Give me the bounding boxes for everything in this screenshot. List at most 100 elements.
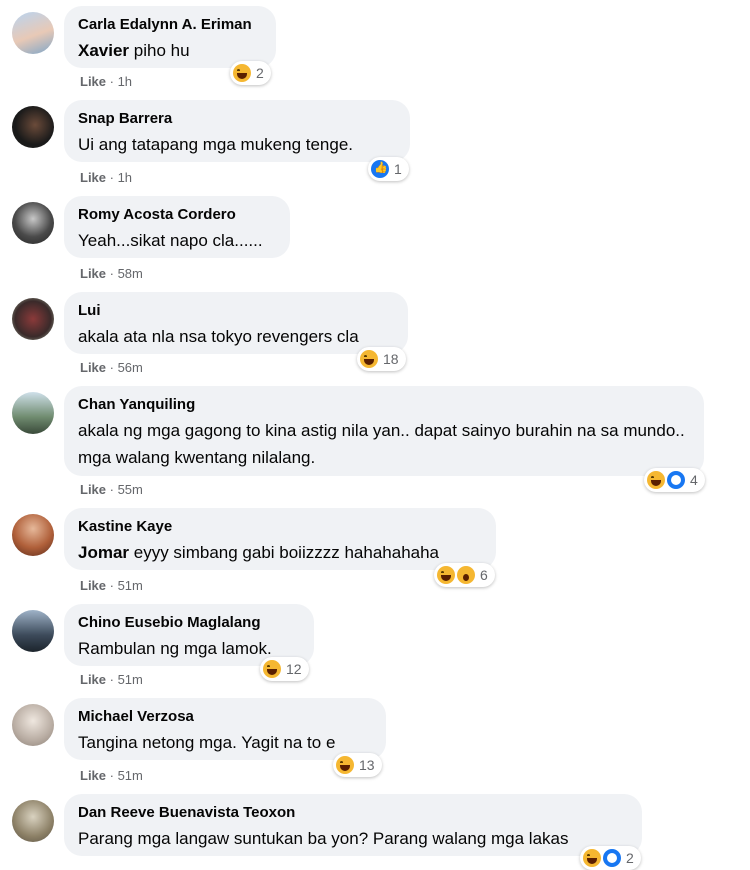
comment-bubble: Carla Edalynn A. Eriman Xavier piho hu <box>64 6 276 68</box>
like-button[interactable]: Like <box>80 768 106 783</box>
comment-body: Parang mga langaw suntukan ba yon? Paran… <box>78 829 569 848</box>
comment-body: eyyy simbang gabi boiizzzz hahahahaha <box>129 543 440 562</box>
like-button[interactable]: Like <box>80 578 106 593</box>
comment-timestamp[interactable]: 51m <box>118 578 143 593</box>
sad-reaction-icon <box>667 471 685 489</box>
comment-author[interactable]: Romy Acosta Cordero <box>78 206 276 224</box>
comment-text: akala ng mga gagong to kina astig nila y… <box>78 417 690 471</box>
separator: · <box>106 360 118 375</box>
comment-body: piho hu <box>129 41 190 60</box>
avatar[interactable] <box>12 106 54 148</box>
comment-meta: Like · 58m <box>80 266 143 281</box>
comment-bubble: Romy Acosta Cordero Yeah...sikat napo cla… <box>64 196 290 258</box>
haha-reaction-icon <box>583 849 601 867</box>
comment-timestamp[interactable]: 1h <box>118 74 132 89</box>
avatar[interactable] <box>12 298 54 340</box>
comment-body: Yeah...sikat napo cla...... <box>78 231 263 250</box>
like-button[interactable]: Like <box>80 482 106 497</box>
haha-reaction-icon <box>336 756 354 774</box>
comment-author[interactable]: Dan Reeve Buenavista Teoxon <box>78 804 628 822</box>
reaction-summary[interactable]: 12 <box>260 657 309 681</box>
reaction-count: 6 <box>480 567 488 583</box>
separator: · <box>106 74 118 89</box>
reaction-summary[interactable]: 18 <box>357 347 406 371</box>
comment-bubble: Lui akala ata nla nsa tokyo revengers cla <box>64 292 408 354</box>
comment-meta: Like · 1h <box>80 170 132 185</box>
separator: · <box>106 768 118 783</box>
wow-reaction-icon <box>457 566 475 584</box>
comment-body: Tangina netong mga. Yagit na to e <box>78 733 336 752</box>
comment-author[interactable]: Snap Barrera <box>78 110 396 128</box>
comment-meta: Like · 1h <box>80 74 132 89</box>
sad-reaction-icon <box>603 849 621 867</box>
reaction-count: 2 <box>256 65 264 81</box>
like-button[interactable]: Like <box>80 266 106 281</box>
reaction-summary[interactable]: 13 <box>333 753 382 777</box>
reaction-summary[interactable]: 2 <box>580 846 641 870</box>
haha-reaction-icon <box>647 471 665 489</box>
like-button[interactable]: Like <box>80 170 106 185</box>
reaction-count: 4 <box>690 472 698 488</box>
comment-meta: Like · 56m <box>80 360 143 375</box>
comment-text: Parang mga langaw suntukan ba yon? Paran… <box>78 825 628 852</box>
avatar[interactable] <box>12 610 54 652</box>
mention-link[interactable]: Xavier <box>78 41 129 60</box>
comment-meta: Like · 51m <box>80 672 143 687</box>
like-button[interactable]: Like <box>80 74 106 89</box>
comment-text: Tangina netong mga. Yagit na to e <box>78 729 372 756</box>
comment-author[interactable]: Carla Edalynn A. Eriman <box>78 16 262 34</box>
comment-timestamp[interactable]: 51m <box>118 768 143 783</box>
comment-timestamp[interactable]: 56m <box>118 360 143 375</box>
comment-bubble: Michael Verzosa Tangina netong mga. Yagit… <box>64 698 386 760</box>
separator: · <box>106 578 118 593</box>
haha-reaction-icon <box>437 566 455 584</box>
separator: · <box>106 672 118 687</box>
reaction-summary[interactable]: 2 <box>230 61 271 85</box>
avatar[interactable] <box>12 800 54 842</box>
comment-text: Jomar eyyy simbang gabi boiizzzz hahahah… <box>78 539 482 566</box>
separator: · <box>106 482 118 497</box>
comment-author[interactable]: Kastine Kaye <box>78 518 482 536</box>
avatar[interactable] <box>12 202 54 244</box>
separator: · <box>106 170 118 185</box>
comment-text: akala ata nla nsa tokyo revengers cla <box>78 323 394 350</box>
comment-bubble: Chan Yanquiling akala ng mga gagong to ki… <box>64 386 704 476</box>
comment-author[interactable]: Chan Yanquiling <box>78 396 690 414</box>
comment-timestamp[interactable]: 55m <box>118 482 143 497</box>
comment-body: akala ng mga gagong to kina astig nila y… <box>78 421 685 467</box>
comment-text: Xavier piho hu <box>78 37 262 64</box>
comment-author[interactable]: Chino Eusebio Maglalang <box>78 614 300 632</box>
like-button[interactable]: Like <box>80 360 106 375</box>
comment-meta: Like · 51m <box>80 768 143 783</box>
comment-text: Ui ang tatapang mga mukeng tenge. <box>78 131 396 158</box>
avatar[interactable] <box>12 514 54 556</box>
reaction-count: 18 <box>383 351 399 367</box>
reaction-summary[interactable]: 1 <box>368 157 409 181</box>
like-button[interactable]: Like <box>80 672 106 687</box>
comment-meta: Like · 51m <box>80 578 143 593</box>
separator: · <box>106 266 118 281</box>
reaction-summary[interactable]: 6 <box>434 563 495 587</box>
reaction-count: 1 <box>394 161 402 177</box>
comment-body: Rambulan ng mga lamok. <box>78 639 272 658</box>
comment-author[interactable]: Lui <box>78 302 394 320</box>
reaction-count: 13 <box>359 757 375 773</box>
comment-body: Ui ang tatapang mga mukeng tenge. <box>78 135 354 154</box>
comment-bubble: Snap Barrera Ui ang tatapang mga mukeng t… <box>64 100 410 162</box>
reaction-summary[interactable]: 4 <box>644 468 705 492</box>
mention-link[interactable]: Jomar <box>78 543 129 562</box>
comment-author[interactable]: Michael Verzosa <box>78 708 372 726</box>
comment-timestamp[interactable]: 51m <box>118 672 143 687</box>
avatar[interactable] <box>12 392 54 434</box>
avatar[interactable] <box>12 12 54 54</box>
comment-text: Yeah...sikat napo cla...... <box>78 227 276 254</box>
haha-reaction-icon <box>360 350 378 368</box>
comment-body: akala ata nla nsa tokyo revengers cla <box>78 327 359 346</box>
comment-meta: Like · 55m <box>80 482 143 497</box>
reaction-count: 2 <box>626 850 634 866</box>
comment-timestamp[interactable]: 1h <box>118 170 132 185</box>
comment-timestamp[interactable]: 58m <box>118 266 143 281</box>
haha-reaction-icon <box>263 660 281 678</box>
comment-bubble: Kastine Kaye Jomar eyyy simbang gabi boii… <box>64 508 496 570</box>
avatar[interactable] <box>12 704 54 746</box>
